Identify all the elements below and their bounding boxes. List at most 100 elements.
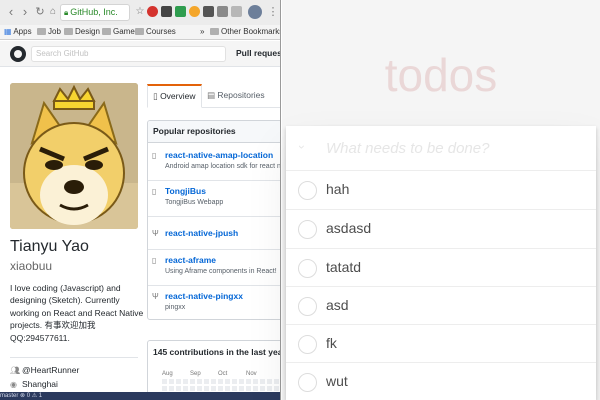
bookmark-star-icon[interactable]: ☆ (133, 5, 147, 19)
contribution-cell (183, 379, 188, 384)
contribution-cell (197, 386, 202, 391)
extension-icon[interactable] (231, 6, 242, 17)
todo-list-card: › hah asdasd tatatd asd fk (286, 126, 596, 400)
contribution-cell (218, 386, 223, 391)
extension-icon[interactable] (175, 6, 186, 17)
back-icon[interactable]: ‹ (4, 5, 18, 19)
extension-icon[interactable] (217, 6, 228, 17)
repo-description: TongjiBus Webapp (165, 199, 224, 206)
folder-icon (210, 28, 219, 35)
contribution-cell (197, 379, 202, 384)
todo-checkbox[interactable] (298, 373, 317, 392)
profile-tabs: ▯ Overview ▤ Repositories (147, 84, 280, 108)
extension-icon[interactable] (161, 6, 172, 17)
apps-grid-icon: ▦ (4, 27, 12, 36)
profile-divider (10, 357, 138, 358)
divider (148, 216, 280, 217)
pull-requests-link[interactable]: Pull requests (236, 48, 280, 58)
bookmark-other[interactable]: Other Bookmarks (210, 25, 280, 39)
extension-icon[interactable] (203, 6, 214, 17)
repo-link[interactable]: react-native-amap-location (165, 150, 273, 160)
home-icon[interactable]: ⌂ (46, 5, 60, 19)
todo-label[interactable]: asdasd (326, 220, 371, 236)
contribution-cell (239, 379, 244, 384)
profile-avatar-icon[interactable] (248, 5, 262, 19)
repo-link[interactable]: react-aframe (165, 255, 216, 265)
bookmark-apps[interactable]: ▦ Apps (4, 25, 32, 39)
contribution-cell (211, 379, 216, 384)
todo-label[interactable]: fk (326, 335, 337, 351)
reload-icon[interactable]: ↻ (33, 5, 47, 19)
repo-icon: ▯ (152, 256, 157, 265)
contribution-cell (246, 379, 251, 384)
contribution-cell (225, 379, 230, 384)
bookmarks-bar: ▦ Apps Job Design Game Courses » Other B… (0, 25, 280, 40)
forward-icon[interactable]: › (18, 5, 32, 19)
repo-icon: ▯ (152, 151, 157, 160)
contribution-cell (204, 379, 209, 384)
bookmark-job[interactable]: Job (37, 25, 61, 39)
todo-label[interactable]: asd (326, 297, 349, 313)
todo-item[interactable]: tatatd (286, 248, 596, 287)
bookmarks-overflow[interactable]: » (200, 25, 204, 39)
avatar[interactable] (10, 83, 138, 229)
fork-icon: Ψ (152, 229, 159, 238)
popular-repositories: Popular repositories ▯ react-native-amap… (147, 120, 280, 320)
contribution-cell (218, 379, 223, 384)
contribution-cell (274, 386, 279, 391)
profile-organization[interactable]: 👥︎ @HeartRunner (10, 365, 79, 375)
contributions-title: 145 contributions in the last year (153, 347, 281, 357)
address-bar[interactable]: 🔒︎ GitHub, Inc. (60, 4, 130, 21)
todo-item[interactable]: fk (286, 324, 596, 363)
github-logo-icon[interactable] (10, 46, 26, 62)
repo-link[interactable]: TongjiBus (165, 186, 206, 196)
bookmark-design[interactable]: Design (64, 25, 100, 39)
menu-icon[interactable]: ⋮ (266, 5, 280, 19)
avatar-image (10, 83, 138, 229)
contribution-cell (232, 379, 237, 384)
profile-login: xiaobuu (10, 259, 53, 273)
repo-icon: ▤ (207, 90, 216, 100)
divider (148, 285, 280, 286)
tab-repositories[interactable]: ▤ Repositories (207, 84, 265, 108)
contribution-cell (274, 379, 279, 384)
search-input[interactable]: Search GitHub (31, 46, 226, 62)
todo-label[interactable]: hah (326, 181, 349, 197)
browser-window: ‹ › ↻ ⌂ 🔒︎ GitHub, Inc. ☆ ⋮ ▦ Apps Job De… (0, 0, 281, 400)
screen: ‹ › ↻ ⌂ 🔒︎ GitHub, Inc. ☆ ⋮ ▦ Apps Job De… (0, 0, 600, 400)
contribution-cell (253, 386, 258, 391)
popular-repositories-title: Popular repositories (148, 121, 280, 143)
bookmark-game[interactable]: Game (102, 25, 135, 39)
contribution-cell (267, 386, 272, 391)
toggle-all-icon[interactable]: › (295, 145, 309, 149)
todo-checkbox[interactable] (298, 259, 317, 278)
repo-link[interactable]: react-native-jpush (165, 228, 238, 238)
contribution-cell (190, 386, 195, 391)
todo-checkbox[interactable] (298, 220, 317, 239)
profile-location: ◉ Shanghai (10, 379, 58, 389)
todo-checkbox[interactable] (298, 335, 317, 354)
adblock-extension-icon[interactable] (147, 6, 158, 17)
profile-bio: I love coding (Javascript) and designing… (10, 282, 143, 344)
todo-label[interactable]: wut (326, 373, 348, 389)
contribution-cell (169, 386, 174, 391)
bio-line: designing (Sketch). Currently (10, 295, 120, 306)
extension-icon[interactable] (189, 6, 200, 17)
month-label: Sep (190, 371, 201, 377)
todo-label[interactable]: tatatd (326, 259, 361, 275)
todo-checkbox[interactable] (298, 297, 317, 316)
todo-item[interactable]: wut (286, 362, 596, 400)
new-todo-input[interactable] (326, 135, 586, 161)
taskbar-status: master ⊗ 0 ⚠ 1 (0, 392, 280, 400)
todo-item[interactable]: hah (286, 170, 596, 209)
todo-item[interactable]: asdasd (286, 209, 596, 248)
todo-checkbox[interactable] (298, 181, 317, 200)
todo-item[interactable]: asd (286, 286, 596, 325)
repo-link[interactable]: react-native-pingxx (165, 291, 243, 301)
repo-description: Using Aframe components in React! (165, 268, 277, 275)
folder-icon (37, 28, 46, 35)
month-label: Aug (162, 371, 173, 377)
bookmark-courses[interactable]: Courses (135, 25, 176, 39)
tab-overview[interactable]: ▯ Overview (147, 84, 202, 108)
contribution-cell (204, 386, 209, 391)
